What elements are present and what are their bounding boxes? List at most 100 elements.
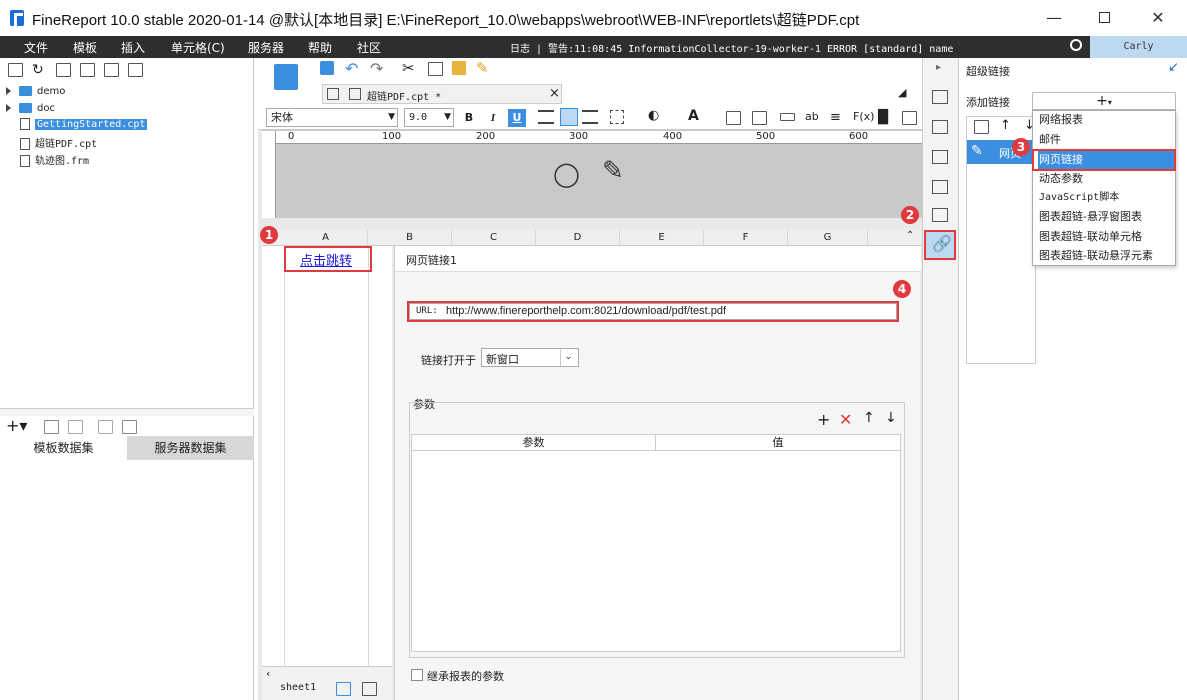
new-folder-icon[interactable]	[8, 63, 23, 77]
copy-icon[interactable]	[428, 62, 443, 76]
dropdown-item-dynamic-param[interactable]: 动态参数	[1038, 169, 1176, 188]
expand-panel-icon[interactable]: ▸	[936, 62, 941, 73]
delete-icon[interactable]	[104, 63, 119, 77]
col-header-f[interactable]: F	[704, 230, 788, 246]
col-header-a[interactable]: A	[284, 230, 368, 246]
merge-icon[interactable]	[726, 111, 741, 125]
delete-param-icon[interactable]: ✕	[839, 410, 852, 429]
bold-button[interactable]: B	[460, 109, 478, 127]
dropdown-item-javascript[interactable]: JavaScript脚本	[1038, 188, 1176, 207]
text-icon[interactable]: ab	[805, 110, 819, 123]
inherit-params-checkbox[interactable]	[411, 669, 423, 681]
refresh-icon[interactable]: ↻	[32, 63, 44, 77]
col-header-g[interactable]: G	[788, 230, 868, 246]
tab-menu-icon[interactable]: ◢	[898, 86, 906, 99]
cell-attr-icon[interactable]	[932, 90, 948, 104]
open-in-select[interactable]: 新窗口 ⌄	[481, 348, 579, 367]
align-center-icon[interactable]	[560, 108, 578, 126]
tree-item-gettingstarted[interactable]: GettingStarted.cpt	[20, 118, 148, 134]
dropdown-item-chart-cell[interactable]: 图表超链-联动单元格	[1038, 227, 1176, 246]
template-icon[interactable]	[274, 64, 298, 90]
pencil-icon[interactable]: ✎	[602, 156, 624, 186]
sheet-tab[interactable]: sheet1	[280, 682, 316, 693]
tree-item-demo[interactable]: demo	[6, 86, 65, 102]
image-icon[interactable]	[902, 111, 917, 125]
add-dataset-icon[interactable]: +▾	[6, 418, 27, 434]
formula-icon[interactable]: F(x)	[853, 110, 874, 123]
copy-icon[interactable]	[128, 63, 143, 77]
tab-template-dataset[interactable]: 模板数据集	[0, 436, 127, 460]
menu-server[interactable]: 服务器	[248, 39, 284, 56]
menu-cell[interactable]: 单元格(C)	[171, 39, 225, 56]
close-tab-icon[interactable]: ×	[549, 86, 560, 101]
dataset-settings-icon[interactable]	[122, 420, 137, 434]
redo-icon[interactable]: ↷	[370, 59, 383, 78]
wrap-icon[interactable]	[780, 113, 795, 121]
settings-icon[interactable]	[80, 63, 95, 77]
search-icon[interactable]	[1070, 39, 1082, 51]
chart-icon[interactable]: █	[878, 110, 888, 125]
menu-template[interactable]: 模板	[73, 39, 97, 56]
condition-icon[interactable]	[932, 208, 948, 222]
open-icon[interactable]	[56, 63, 71, 77]
copy-link-icon[interactable]	[974, 120, 989, 134]
tree-item-trajectory[interactable]: 轨迹图.frm	[20, 152, 89, 168]
expand-icon[interactable]	[6, 104, 11, 112]
log-status[interactable]: 日志 | 警告:11:08:45 InformationCollector-19…	[510, 40, 953, 55]
menu-community[interactable]: 社区	[357, 39, 381, 56]
scroll-left-icon[interactable]: ‹	[266, 667, 270, 680]
fill-color-icon[interactable]: ◐	[648, 108, 659, 123]
tab-server-dataset[interactable]: 服务器数据集	[127, 436, 254, 460]
menu-insert[interactable]: 插入	[121, 39, 145, 56]
dropdown-item-email[interactable]: 邮件	[1038, 130, 1176, 149]
col-header-e[interactable]: E	[620, 230, 704, 246]
format-painter-icon[interactable]: ✎	[476, 59, 489, 77]
col-header-b[interactable]: B	[368, 230, 452, 246]
move-up-icon[interactable]: ↑	[863, 410, 875, 426]
cut-icon[interactable]: ✂	[402, 59, 415, 77]
save-icon[interactable]	[320, 61, 334, 75]
tab-template[interactable]: 超链PDF.cpt * ×	[322, 84, 562, 104]
font-name-select[interactable]: 宋体 ▼	[266, 108, 398, 127]
paste-icon[interactable]	[452, 61, 466, 75]
split-icon[interactable]	[752, 111, 767, 125]
add-sheet-icon[interactable]	[336, 682, 351, 696]
col-header-d[interactable]: D	[536, 230, 620, 246]
border-icon[interactable]	[610, 110, 624, 124]
dropdown-item-report[interactable]: 网络报表	[1038, 110, 1176, 129]
paragraph-icon[interactable]: ≡	[830, 110, 841, 125]
eye-hidden-icon[interactable]: ◯	[553, 160, 580, 188]
dropdown-item-chart-float[interactable]: 图表超链-悬浮窗图表	[1038, 207, 1176, 226]
widget-icon[interactable]	[932, 180, 948, 194]
user-name[interactable]: Carly	[1090, 36, 1187, 58]
align-right-icon[interactable]	[582, 110, 598, 124]
move-up-icon[interactable]: ↑	[1000, 118, 1011, 133]
italic-button[interactable]: I	[484, 109, 502, 127]
tree-item-doc[interactable]: doc	[6, 103, 55, 119]
move-down-icon[interactable]: ↓	[885, 410, 897, 426]
add-param-icon[interactable]: +	[817, 410, 830, 429]
expand-icon[interactable]	[6, 87, 11, 95]
cell-element-icon[interactable]	[932, 120, 948, 134]
underline-button[interactable]: U	[508, 109, 526, 127]
collapse-icon[interactable]: ⌃	[906, 230, 914, 241]
close-icon[interactable]: ✕	[1148, 8, 1168, 28]
pin-icon[interactable]: ↙	[1168, 60, 1179, 75]
dropdown-item-chart-float-element[interactable]: 图表超链-联动悬浮元素	[1038, 246, 1176, 265]
edit-dataset-icon[interactable]	[44, 420, 59, 434]
font-color-icon[interactable]: A	[688, 108, 699, 124]
col-header-c[interactable]: C	[452, 230, 536, 246]
menu-file[interactable]: 文件	[24, 39, 48, 56]
font-size-select[interactable]: 9.0 ▼	[404, 108, 454, 127]
preview-dataset-icon[interactable]	[98, 420, 113, 434]
float-element-icon[interactable]	[932, 150, 948, 164]
align-left-icon[interactable]	[538, 110, 554, 124]
add-link-button[interactable]: +▾	[1032, 92, 1176, 110]
panel-divider[interactable]	[0, 408, 254, 416]
add-report-icon[interactable]	[362, 682, 377, 696]
menu-help[interactable]: 帮助	[308, 39, 332, 56]
maximize-icon[interactable]	[1094, 8, 1114, 28]
delete-dataset-icon[interactable]	[68, 420, 83, 434]
undo-icon[interactable]: ↶	[345, 59, 358, 78]
tree-item-pdf[interactable]: 超链PDF.cpt	[20, 135, 97, 151]
